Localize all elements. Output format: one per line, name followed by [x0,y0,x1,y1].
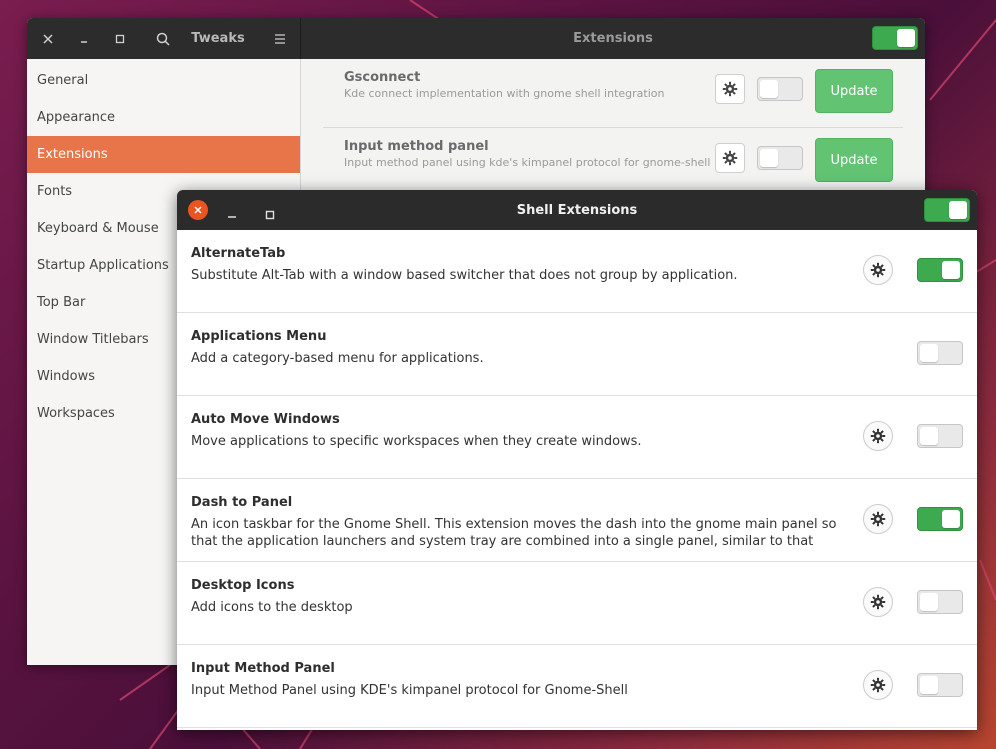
extension-description: Add a category-based menu for applicatio… [191,351,484,366]
close-button[interactable] [188,200,208,220]
extension-name: Desktop Icons [191,578,295,593]
settings-button[interactable] [863,670,893,700]
update-button[interactable]: Update [815,138,893,182]
extension-toggle[interactable] [917,341,963,365]
menu-button[interactable] [267,18,293,59]
shell-extensions-window: Shell Extensions AlternateTab Substitute… [177,190,977,730]
tweaks-headerbar: Tweaks Extensions [27,18,925,59]
extension-description: An icon taskbar for the Gnome Shell. Thi… [191,517,837,549]
gear-icon [722,81,738,97]
extension-row: Gsconnect Kde connect implementation wit… [323,59,903,128]
extension-row: Input method panel Input method panel us… [323,128,903,197]
shell-headerbar: Shell Extensions [177,190,977,230]
extension-name: Input method panel [344,139,489,154]
panel-title: Extensions [573,31,653,46]
list-item: Auto Move Windows Move applications to s… [177,396,977,479]
extension-name: Input Method Panel [191,661,335,676]
menu-icon [275,33,285,44]
extensions-master-switch[interactable] [872,26,918,50]
list-item: Desktop Icons Add icons to the desktop [177,562,977,645]
settings-button[interactable] [863,421,893,451]
minimize-button[interactable] [227,204,237,223]
extension-toggle[interactable] [917,590,963,614]
maximize-icon [115,34,125,43]
extension-description: Input method panel using kde's kimpanel … [344,156,711,169]
extension-description: Kde connect implementation with gnome sh… [344,87,665,100]
tweaks-title: Tweaks [191,31,245,46]
extension-toggle[interactable] [757,77,803,101]
gear-icon [722,150,738,166]
extensions-list: AlternateTab Substitute Alt-Tab with a w… [177,230,977,728]
search-icon [156,32,170,46]
gear-icon [870,428,886,444]
settings-button[interactable] [715,74,745,104]
minimize-button[interactable] [71,18,97,59]
maximize-icon [265,210,275,220]
settings-button[interactable] [863,504,893,534]
update-button[interactable]: Update [815,69,893,113]
gear-icon [870,262,886,278]
list-item: Dash to Panel An icon taskbar for the Gn… [177,479,977,562]
extension-name: Auto Move Windows [191,412,340,427]
gear-icon [870,677,886,693]
extension-description: Input Method Panel using KDE's kimpanel … [191,683,628,698]
tweaks-header-left: Tweaks [27,18,301,59]
extension-description: Add icons to the desktop [191,600,353,615]
search-button[interactable] [150,18,176,59]
maximize-button[interactable] [107,18,133,59]
sidebar-item-extensions[interactable]: Extensions [27,136,300,173]
extension-name: Dash to Panel [191,495,293,510]
minimize-icon [81,40,87,43]
close-icon [43,33,53,44]
sidebar-item-general[interactable]: General [27,62,300,99]
gear-icon [870,594,886,610]
list-item: Applications Menu Add a category-based m… [177,313,977,396]
extension-name: AlternateTab [191,246,286,261]
extension-toggle[interactable] [917,424,963,448]
extension-toggle[interactable] [757,146,803,170]
list-item: AlternateTab Substitute Alt-Tab with a w… [177,230,977,313]
shell-extensions-master-switch[interactable] [924,198,970,222]
extension-description: Move applications to specific workspaces… [191,434,642,449]
maximize-button[interactable] [265,205,275,224]
window-title: Shell Extensions [516,202,638,218]
extension-toggle[interactable] [917,673,963,697]
settings-button[interactable] [863,255,893,285]
settings-button[interactable] [863,587,893,617]
extension-name: Gsconnect [344,70,421,85]
list-item: Input Method Panel Input Method Panel us… [177,645,977,728]
minimize-icon [228,216,236,218]
sidebar-item-appearance[interactable]: Appearance [27,99,300,136]
close-icon [194,206,202,214]
extension-name: Applications Menu [191,329,327,344]
close-button[interactable] [35,18,61,59]
gear-icon [870,511,886,527]
settings-button[interactable] [715,143,745,173]
extension-toggle[interactable] [917,507,963,531]
tweaks-header-right: Extensions [301,18,925,59]
extension-toggle[interactable] [917,258,963,282]
extension-description: Substitute Alt-Tab with a window based s… [191,268,738,283]
